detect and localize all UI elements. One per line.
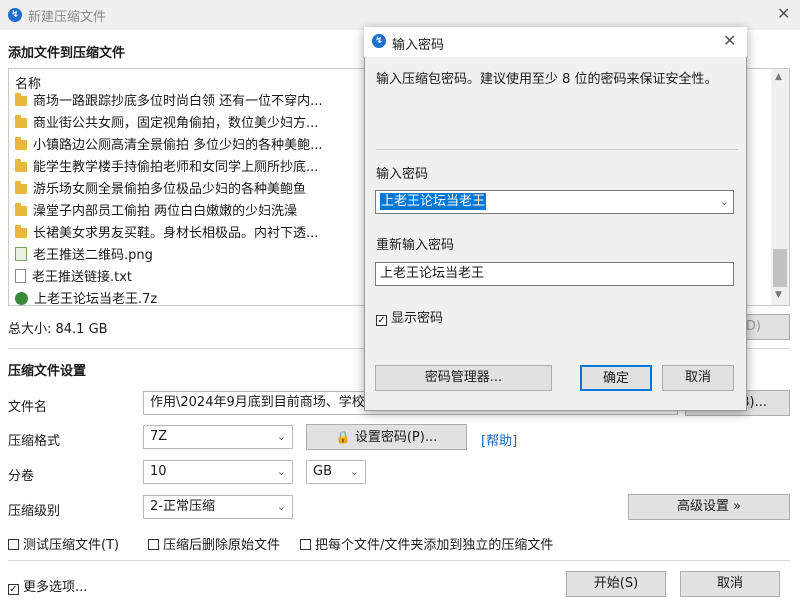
dialog-divider [376,149,738,150]
checkbox-icon [148,539,159,550]
volume-label: 分卷 [8,469,35,484]
enter-password-label: 输入密码 [376,167,429,182]
reenter-password-input[interactable]: 上老王论坛当老王 [375,262,734,286]
app-logo-icon: ↯ [8,8,22,22]
column-header-name[interactable]: 名称 [15,73,41,92]
settings-heading: 压缩文件设置 [8,364,87,379]
level-label: 压缩级别 [8,504,61,519]
set-password-button[interactable]: 🔒 设置密码(P)... [306,424,467,450]
chevron-down-icon: ⌄ [276,430,286,443]
image-file-icon [15,247,27,261]
chevron-down-icon[interactable]: ⌄ [720,191,729,213]
more-options-checkbox[interactable]: ✓ 更多选项... [8,576,87,595]
volume-unit-select[interactable]: GB ⌄ [306,460,366,484]
enter-password-input[interactable]: 上老王论坛当老王 ⌄ [375,190,734,214]
scrollbar-thumb[interactable] [773,249,787,287]
lock-icon: 🔒 [335,430,351,444]
folder-icon [15,137,27,150]
ok-button[interactable]: 确定 [580,365,652,391]
dialog-app-icon: ↯ [372,34,386,48]
folder-icon [15,225,27,238]
separate-archives-checkbox[interactable]: 把每个文件/文件夹添加到独立的压缩文件 [300,534,553,553]
list-item[interactable]: 商业街公共女厕，固定视角偷拍，数位美少妇方... [15,113,355,135]
dialog-title: 输入密码 [392,38,445,53]
password-manager-button[interactable]: 密码管理器... [375,365,552,391]
list-item[interactable]: 老王推送链接.txt [15,267,355,289]
filename-label: 文件名 [8,400,48,415]
text-file-icon [15,269,26,283]
close-icon[interactable]: ✕ [777,4,790,23]
scroll-down-icon[interactable]: ▼ [775,290,782,300]
volume-input[interactable]: 10 ⌄ [143,460,293,484]
dialog-close-icon[interactable]: ✕ [723,31,736,50]
list-item[interactable]: 长裙美女求男友买鞋。身材长相极品。内衬下透... [15,223,355,245]
folder-icon [15,93,27,106]
list-item[interactable]: 能学生教学楼手持偷拍老师和女同学上厕所抄底... [15,157,355,179]
chevron-down-icon: ⌄ [349,465,359,478]
chevron-down-icon: ⌄ [276,500,286,513]
list-item[interactable]: 商场一路跟踪抄底多位时尚白领 还有一位不穿内... [15,91,355,113]
test-archive-checkbox[interactable]: 测试压缩文件(T) [8,534,119,553]
chevron-down-icon: ⌄ [276,465,286,478]
archive-file-icon [15,292,28,305]
divider [8,560,790,561]
title-bar [0,0,800,30]
checkbox-icon [300,539,311,550]
add-files-heading: 添加文件到压缩文件 [8,46,126,61]
list-item[interactable]: 澡堂子内部员工偷拍 两位白白嫩嫩的少妇洗澡 [15,201,355,223]
start-button[interactable]: 开始(S) [566,571,666,597]
list-item[interactable]: 游乐场女厕全景偷拍多位极品少妇的各种美鲍鱼 [15,179,355,201]
checkbox-checked-icon: ✓ [376,315,387,326]
checkbox-checked-icon: ✓ [8,584,19,595]
window-title: 新建压缩文件 [28,10,107,25]
cancel-button[interactable]: 取消 [680,571,780,597]
delete-after-checkbox[interactable]: 压缩后删除原始文件 [148,534,280,553]
format-label: 压缩格式 [8,434,61,449]
folder-icon [15,115,27,128]
help-link[interactable]: [帮助] [481,430,517,449]
level-select[interactable]: 2-正常压缩 ⌄ [143,495,293,519]
list-item[interactable]: 老王推送二维码.png [15,245,355,267]
file-list-rows: 商场一路跟踪抄底多位时尚白领 还有一位不穿内... 商业街公共女厕，固定视角偷拍… [15,91,355,311]
scroll-up-icon[interactable]: ▲ [775,72,782,82]
total-size: 总大小: 84.1 GB [8,322,108,337]
folder-icon [15,203,27,216]
list-item[interactable]: 小镇路边公厕高清全景偷拍 多位少妇的各种美鲍... [15,135,355,157]
reenter-password-label: 重新输入密码 [376,238,455,253]
folder-icon [15,159,27,172]
list-item[interactable]: 上老王论坛当老王.7z [15,289,355,311]
checkbox-icon [8,539,19,550]
format-select[interactable]: 7Z ⌄ [143,425,293,449]
folder-icon [15,181,27,194]
dialog-cancel-button[interactable]: 取消 [662,365,734,391]
dialog-description: 输入压缩包密码。建议使用至少 8 位的密码来保证安全性。 [376,72,718,87]
advanced-settings-button[interactable]: 高级设置 » [628,494,790,520]
show-password-checkbox[interactable]: ✓ 显示密码 [376,307,443,326]
